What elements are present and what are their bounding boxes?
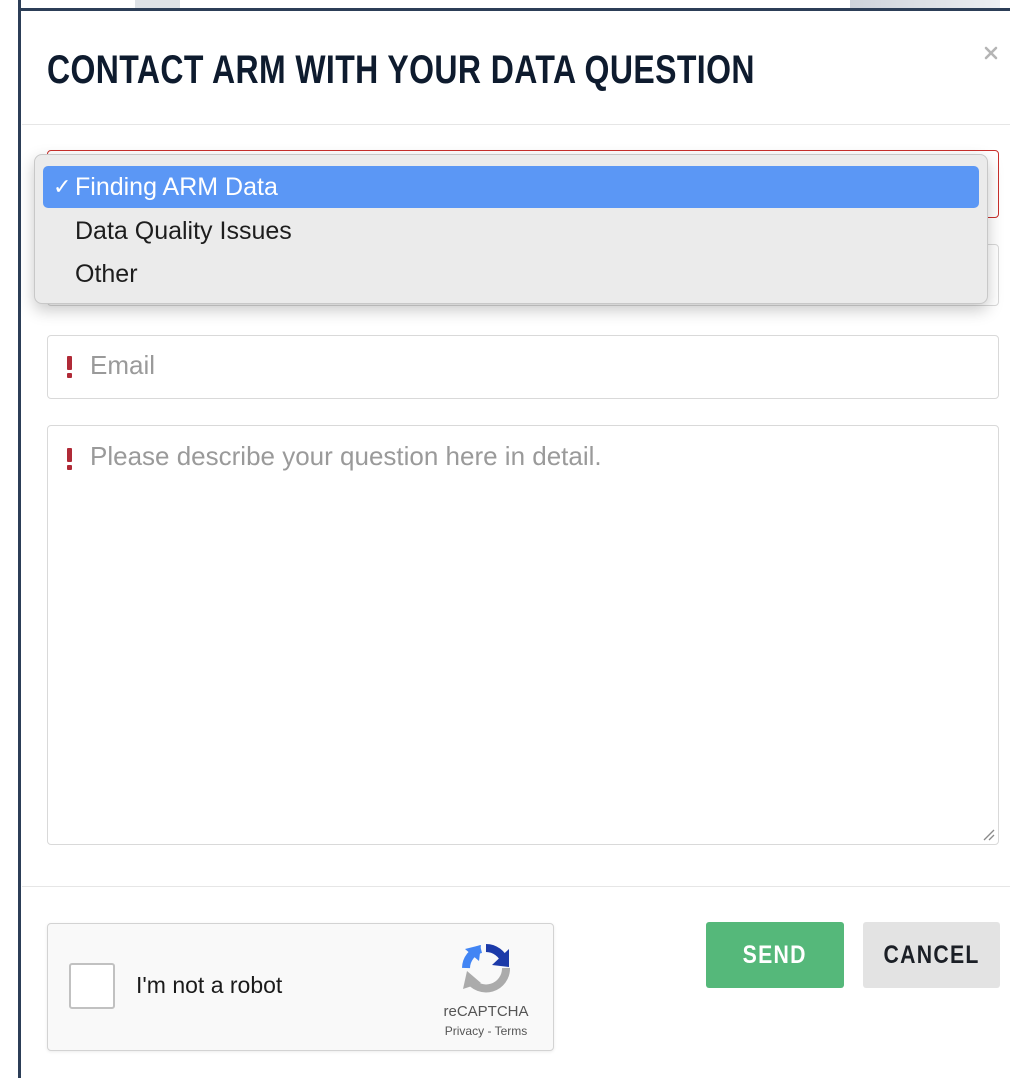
send-button[interactable]: SEND xyxy=(706,922,844,988)
backdrop-page-left xyxy=(0,0,20,1078)
recaptcha-privacy-link[interactable]: Privacy xyxy=(445,1024,484,1038)
required-icon xyxy=(67,356,72,378)
contact-modal: CONTACT ARM WITH YOUR DATA QUESTION Emai… xyxy=(22,12,1010,1078)
recaptcha-label: I'm not a robot xyxy=(136,972,283,998)
topic-dropdown-list: ✓ Finding ARM Data Data Quality Issues O… xyxy=(34,154,988,304)
recaptcha-brand: reCAPTCHA xyxy=(443,1003,529,1020)
recaptcha-links: Privacy - Terms xyxy=(428,1024,544,1038)
close-button[interactable] xyxy=(980,42,1002,64)
dropdown-option-finding-arm-data[interactable]: ✓ Finding ARM Data xyxy=(43,166,979,208)
recaptcha-link-separator: - xyxy=(484,1024,495,1038)
recaptcha-logo-icon xyxy=(462,944,511,993)
option-label: Finding ARM Data xyxy=(75,173,278,201)
backdrop-page-fragment xyxy=(135,0,180,8)
option-label: Other xyxy=(75,260,138,288)
screen: CONTACT ARM WITH YOUR DATA QUESTION Emai… xyxy=(0,0,1010,1078)
send-button-label: SEND xyxy=(742,940,808,969)
backdrop-page-border xyxy=(18,8,1010,11)
modal-title: CONTACT ARM WITH YOUR DATA QUESTION xyxy=(47,48,755,92)
checkmark-icon: ✓ xyxy=(53,174,72,199)
required-icon xyxy=(67,448,72,470)
close-icon xyxy=(984,46,998,60)
recaptcha-widget: I'm not a robot reCAPTCHA Privacy - Term… xyxy=(47,923,554,1051)
backdrop-page-fragment xyxy=(850,0,1000,8)
modal-header: CONTACT ARM WITH YOUR DATA QUESTION xyxy=(22,12,1010,125)
dropdown-option-data-quality-issues[interactable]: Data Quality Issues xyxy=(43,210,979,252)
recaptcha-terms-link[interactable]: Terms xyxy=(495,1024,528,1038)
email-field[interactable]: Email xyxy=(47,335,999,399)
question-placeholder: Please describe your question here in de… xyxy=(90,441,602,471)
dropdown-option-other[interactable]: Other xyxy=(43,253,979,295)
cancel-button[interactable]: CANCEL xyxy=(863,922,1000,988)
recaptcha-checkbox[interactable] xyxy=(69,963,115,1009)
cancel-button-label: CANCEL xyxy=(883,940,980,969)
backdrop-page-border xyxy=(18,0,21,1078)
resize-handle-icon[interactable] xyxy=(981,827,995,841)
email-placeholder: Email xyxy=(90,350,156,380)
question-textarea[interactable]: Please describe your question here in de… xyxy=(47,425,999,845)
option-label: Data Quality Issues xyxy=(75,217,292,245)
